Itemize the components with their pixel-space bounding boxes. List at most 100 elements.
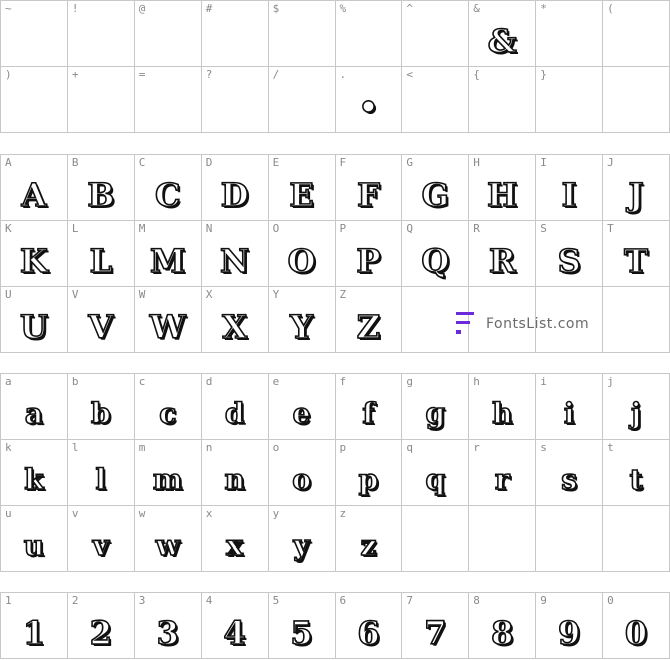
glyph-cell: ( xyxy=(603,1,670,67)
glyph-cell: 99 xyxy=(536,593,604,659)
glyph-key-label: & xyxy=(473,2,480,15)
glyph-cell: + xyxy=(67,67,135,133)
glyph-key-label: b xyxy=(71,375,79,388)
glyph-cell: % xyxy=(335,1,403,67)
glyph-cell: jj xyxy=(603,374,670,440)
fontslist-watermark[interactable]: FontsList.com xyxy=(452,310,589,338)
glyph-cell: @ xyxy=(134,1,202,67)
glyph-sample: E xyxy=(289,175,315,215)
glyph-cell: xx xyxy=(201,506,269,572)
glyph-key-label: x xyxy=(205,507,213,520)
glyph-cell: XX xyxy=(201,287,269,353)
glyph-key-label: v xyxy=(71,507,79,520)
glyph-key-label: ~ xyxy=(5,2,12,15)
symbols-section: ~! @ # $% ^ & & *() + =? /. • <{} xyxy=(0,0,670,134)
glyph-sample: C xyxy=(154,175,181,215)
glyph-cell xyxy=(469,506,537,572)
glyph-key-label: e xyxy=(272,375,280,388)
glyph-sample: F xyxy=(356,175,380,215)
glyph-cell: pp xyxy=(335,440,403,506)
glyph-sample: T xyxy=(623,241,648,281)
glyph-cell: cc xyxy=(134,374,202,440)
glyph-key-label: c xyxy=(138,375,146,388)
glyph-cell: ) xyxy=(1,67,68,133)
glyph-sample: k xyxy=(23,462,44,497)
symbols-grid: ~! @ # $% ^ & & *() + =? /. • <{} xyxy=(0,0,670,133)
glyph-sample: j xyxy=(630,396,642,431)
glyph-cell: ii xyxy=(536,374,604,440)
glyph-cell: $ xyxy=(268,1,336,67)
glyph-key-label: n xyxy=(205,441,213,454)
glyph-sample: t xyxy=(629,462,644,497)
glyph-key-label: R xyxy=(473,222,480,235)
glyph-key-label: 7 xyxy=(406,594,414,607)
glyph-sample: N xyxy=(219,241,250,281)
glyph-key-label: @ xyxy=(138,2,146,15)
glyph-sample: 1 xyxy=(22,613,46,653)
glyph-key-label: . xyxy=(339,68,347,81)
lowercase-section: aabbccddeeffgghhiijjkkllmmnnooppqqrrsstt… xyxy=(0,373,670,573)
glyph-key-label: $ xyxy=(272,2,280,15)
glyph-key-label: P xyxy=(339,222,347,235)
glyph-sample: A xyxy=(21,175,47,215)
glyph-key-label: t xyxy=(607,441,614,454)
glyph-sample: r xyxy=(494,462,510,497)
glyph-cell: nn xyxy=(201,440,269,506)
glyph-key-label: I xyxy=(540,156,547,169)
glyph-cell: 33 xyxy=(134,593,202,659)
glyph-cell: rr xyxy=(469,440,537,506)
glyph-sample: u xyxy=(23,528,45,563)
glyph-cell: 22 xyxy=(67,593,135,659)
glyph-key-label: + xyxy=(71,68,79,81)
glyph-key-label: 2 xyxy=(71,594,79,607)
glyph-key-label: U xyxy=(5,288,12,301)
glyph-key-label: a xyxy=(5,375,12,388)
glyph-cell: * xyxy=(536,1,604,67)
glyph-cell: MM xyxy=(134,221,202,287)
glyph-cell: CC xyxy=(134,155,202,221)
glyph-sample: h xyxy=(491,396,513,431)
glyph-cell: 11 xyxy=(1,593,68,659)
glyph-cell: hh xyxy=(469,374,537,440)
glyph-cell: # xyxy=(201,1,269,67)
glyph-sample xyxy=(536,81,602,132)
glyph-sample: • xyxy=(357,87,379,127)
glyph-sample: G xyxy=(421,175,450,215)
glyph-sample: K xyxy=(19,241,48,281)
glyph-key-label: Z xyxy=(339,288,347,301)
glyph-key-label: F xyxy=(339,156,347,169)
glyph-cell: 55 xyxy=(268,593,336,659)
glyph-cell: oo xyxy=(268,440,336,506)
glyph-sample: L xyxy=(89,241,113,281)
glyph-sample: i xyxy=(563,396,575,431)
glyph-key-label: / xyxy=(272,68,280,81)
glyph-key-label: 6 xyxy=(339,594,347,607)
glyph-key-label: w xyxy=(138,507,146,520)
glyph-key-label: p xyxy=(339,441,347,454)
glyph-sample: W xyxy=(149,307,187,347)
glyph-key-label: 3 xyxy=(138,594,146,607)
glyph-key-label: O xyxy=(272,222,280,235)
glyph-key-label: % xyxy=(339,2,347,15)
glyph-sample: Q xyxy=(421,241,450,281)
uppercase-section: AABBCCDDEEFFGGHHIIJJKKLLMMNNOOPPQQRRSSTT… xyxy=(0,154,670,354)
glyph-sample: 6 xyxy=(357,613,381,653)
glyph-key-label: ( xyxy=(607,2,614,15)
glyph-cell: = xyxy=(134,67,202,133)
glyph-key-label: q xyxy=(406,441,414,454)
glyph-sample: y xyxy=(293,528,311,563)
glyph-cell: ss xyxy=(536,440,604,506)
glyph-key-label: M xyxy=(138,222,146,235)
glyph-sample: o xyxy=(291,462,311,497)
glyph-key-label: < xyxy=(406,68,414,81)
glyph-sample: c xyxy=(158,396,177,431)
glyph-key-label: k xyxy=(5,441,12,454)
glyph-sample xyxy=(469,81,535,132)
glyph-cell xyxy=(603,67,670,133)
glyph-key-label: 4 xyxy=(205,594,213,607)
glyph-key-label: r xyxy=(473,441,480,454)
glyph-cell: RR xyxy=(469,221,537,287)
glyph-cell: 88 xyxy=(469,593,537,659)
glyph-key-label: d xyxy=(205,375,213,388)
glyph-cell: aa xyxy=(1,374,68,440)
